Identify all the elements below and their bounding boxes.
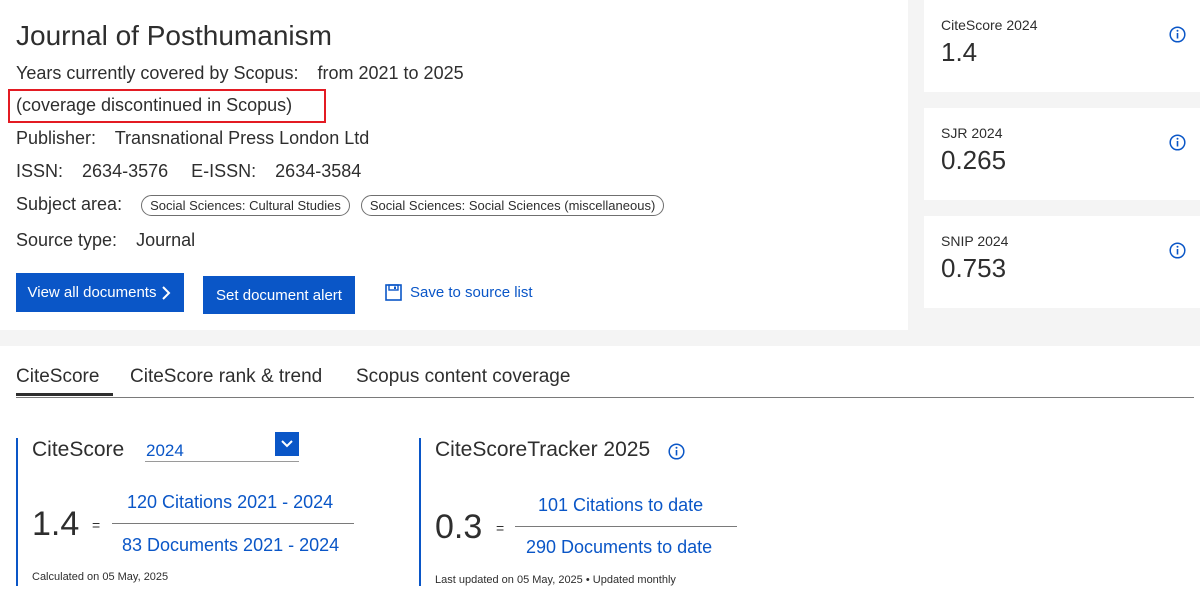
subject-chip[interactable]: Social Sciences: Cultural Studies	[141, 194, 350, 216]
chevron-right-icon	[162, 285, 171, 300]
info-icon[interactable]	[1169, 134, 1186, 151]
source-type-row: Source type: Journal	[16, 230, 195, 251]
save-icon	[385, 284, 402, 301]
tabs-divider	[16, 397, 1194, 398]
source-type-value: Journal	[136, 230, 196, 250]
save-to-source-list-label: Save to source list	[410, 284, 533, 301]
tab-scopus-content-coverage[interactable]: Scopus content coverage	[356, 366, 570, 388]
year-select-toggle[interactable]	[275, 432, 299, 456]
section-divider-band	[0, 330, 1200, 346]
citescore-panel-title: CiteScore	[32, 438, 125, 461]
publisher-row: Publisher: Transnational Press London Lt…	[16, 128, 369, 149]
publisher-label: Publisher:	[16, 128, 97, 148]
coverage-years-row: Years currently covered by Scopus: from …	[16, 63, 464, 84]
metric-card-citescore: CiteScore 2024 1.4	[924, 0, 1200, 92]
metric-card-sjr: SJR 2024 0.265	[924, 108, 1200, 200]
publisher-value: Transnational Press London Ltd	[114, 128, 370, 148]
metric-label: CiteScore 2024	[941, 17, 1038, 33]
save-to-source-list-button[interactable]: Save to source list	[385, 284, 533, 301]
equals-sign: =	[496, 520, 505, 536]
coverage-years-label: Years currently covered by Scopus:	[16, 63, 299, 83]
year-select[interactable]: 2024	[145, 432, 299, 462]
active-tab-indicator	[16, 393, 113, 396]
tracker-panel-title: CiteScoreTracker 2025	[435, 438, 651, 461]
coverage-note: (coverage discontinued in Scopus)	[16, 95, 293, 115]
tracker-panel-accent	[419, 438, 421, 586]
metric-label: SNIP 2024	[941, 233, 1009, 249]
year-select-underline	[145, 461, 299, 462]
subject-area-label: Subject area:	[16, 194, 123, 214]
citescore-value: 1.4	[32, 505, 80, 543]
metric-value: 1.4	[941, 37, 978, 67]
chevron-down-icon	[281, 440, 293, 448]
set-document-alert-button[interactable]: Set document alert	[203, 276, 355, 314]
fraction-bar	[112, 523, 354, 524]
issn-row: ISSN: 2634-3576 E-ISSN: 2634-3584	[16, 161, 361, 182]
last-updated-note: Last updated on 05 May, 2025 • Updated m…	[435, 574, 676, 586]
metric-value: 0.753	[941, 253, 1007, 283]
citescore-panel-accent	[16, 438, 18, 586]
info-icon[interactable]	[668, 443, 685, 460]
metric-value: 0.265	[941, 145, 1007, 175]
tab-citescore-rank-trend[interactable]: CiteScore rank & trend	[130, 366, 322, 388]
coverage-years-value: from 2021 to 2025	[317, 63, 464, 83]
view-all-documents-button[interactable]: View all documents	[16, 273, 184, 312]
subject-chip[interactable]: Social Sciences: Social Sciences (miscel…	[360, 194, 665, 216]
issn-value: 2634-3576	[82, 161, 169, 181]
equals-sign: =	[92, 517, 101, 533]
calculated-date-note: Calculated on 05 May, 2025	[32, 571, 169, 583]
citations-link[interactable]: 120 Citations 2021 - 2024	[127, 492, 333, 513]
issn-label: ISSN:	[16, 161, 64, 181]
eissn-label: E-ISSN:	[191, 161, 257, 181]
page-title: Journal of Posthumanism	[16, 20, 332, 51]
tab-citescore[interactable]: CiteScore	[16, 366, 99, 388]
metric-label: SJR 2024	[941, 125, 1003, 141]
citations-to-date-link[interactable]: 101 Citations to date	[538, 495, 703, 516]
info-icon[interactable]	[1169, 242, 1186, 259]
fraction-bar	[515, 526, 737, 527]
eissn-value: 2634-3584	[275, 161, 362, 181]
info-icon[interactable]	[1169, 26, 1186, 43]
documents-to-date-link[interactable]: 290 Documents to date	[526, 537, 712, 558]
tracker-value: 0.3	[435, 508, 483, 546]
documents-link[interactable]: 83 Documents 2021 - 2024	[122, 535, 339, 556]
metric-card-snip: SNIP 2024 0.753	[924, 216, 1200, 308]
year-select-value: 2024	[146, 441, 184, 460]
subject-area-row: Subject area: Social Sciences: Cultural …	[16, 194, 665, 216]
source-type-label: Source type:	[16, 230, 118, 250]
view-all-documents-label: View all documents	[27, 284, 157, 301]
